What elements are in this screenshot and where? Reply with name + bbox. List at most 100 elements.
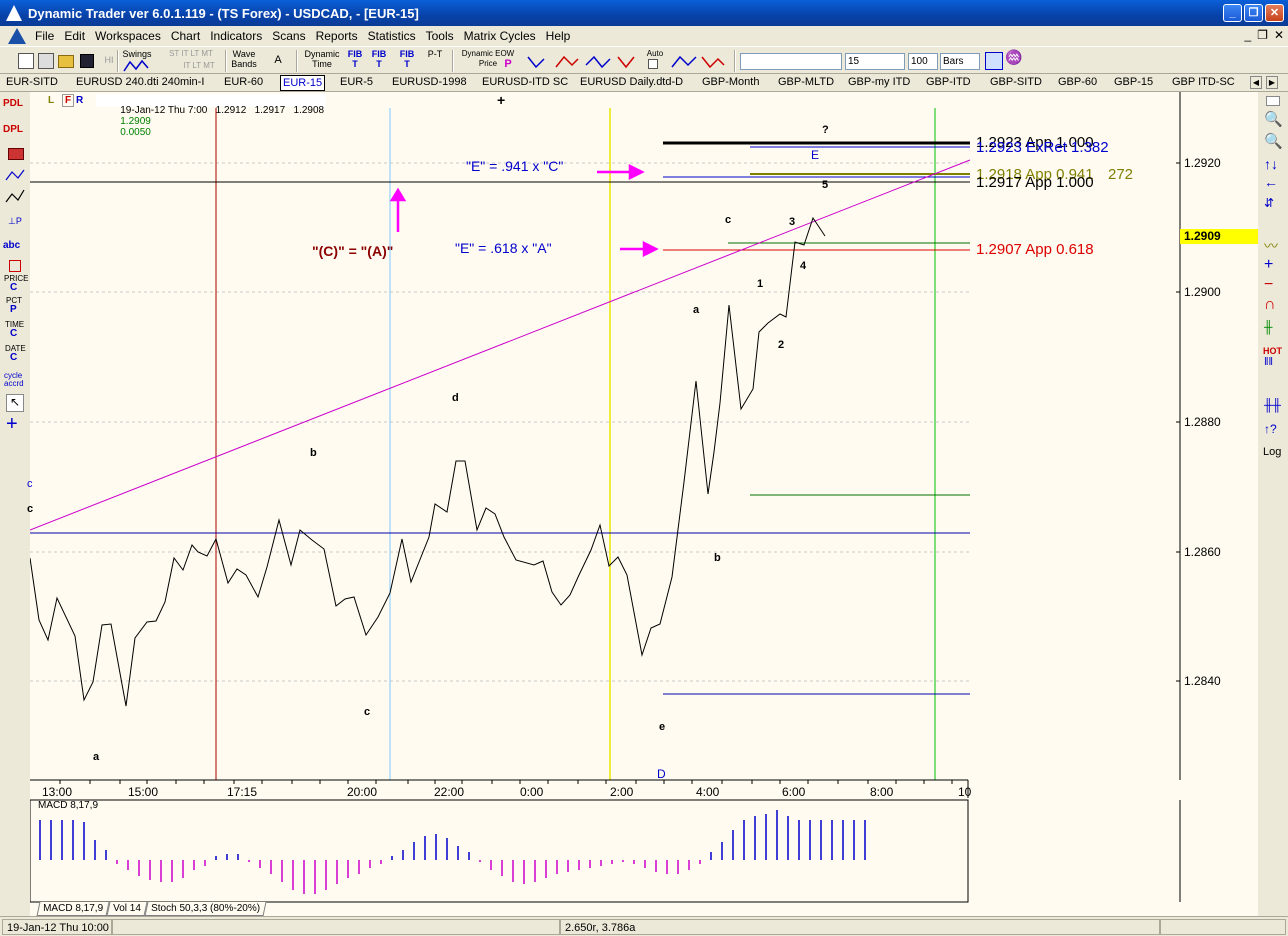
bars-icon[interactable]: ╫╫: [1264, 398, 1281, 412]
pct-p-tool[interactable]: P: [10, 304, 17, 315]
tab-gbp-60[interactable]: GBP-60: [1058, 75, 1097, 91]
price-chart-svg[interactable]: [29, 92, 1258, 916]
menu-indicators[interactable]: Indicators: [205, 29, 267, 43]
tab-gbp-month[interactable]: GBP-Month: [702, 75, 759, 91]
scale-up-down-icon[interactable]: ↑↓: [1264, 156, 1278, 172]
symbol-select[interactable]: [740, 53, 842, 70]
wave-count-icons[interactable]: [668, 51, 728, 73]
wave-tools-icon[interactable]: [4, 168, 26, 208]
time-c-tool[interactable]: C: [10, 328, 17, 339]
fib-time-button-3[interactable]: FIB T: [396, 49, 418, 73]
chart-canvas[interactable]: L F R 19-Jan-12 Thu 7:00 1.2912 1.2917 1…: [27, 92, 1258, 916]
add-icon[interactable]: +: [1264, 256, 1273, 274]
tab-gbp-sitd[interactable]: GBP-SITD: [990, 75, 1042, 91]
zoom-out-icon[interactable]: 🔍: [1264, 132, 1283, 150]
tab-eur-5[interactable]: EUR-5: [340, 75, 373, 91]
tab-gbp-15[interactable]: GBP-15: [1114, 75, 1153, 91]
menu-file[interactable]: File: [30, 29, 59, 43]
save-icon[interactable]: [80, 54, 94, 68]
bars-count-input[interactable]: 100: [908, 53, 938, 70]
indicator-tabs: MACD 8,17,9 Vol 14 Stoch 50,3,3 (80%-20%…: [36, 902, 267, 917]
tab-vol[interactable]: Vol 14: [106, 902, 148, 916]
auto-checkbox[interactable]: [648, 59, 658, 69]
title-bar: Dynamic Trader ver 6.0.1.119 - (TS Forex…: [0, 0, 1288, 26]
swings-icon[interactable]: [122, 59, 156, 73]
menu-help[interactable]: Help: [541, 29, 576, 43]
tab-eur-15[interactable]: EUR-15: [280, 75, 326, 91]
fib-time-button-1[interactable]: FIB T: [344, 49, 366, 73]
tab-gbp-mltd[interactable]: GBP-MLTD: [778, 75, 834, 91]
abc-tool[interactable]: abc: [3, 240, 20, 251]
minimize-button[interactable]: _: [1223, 4, 1242, 22]
tab-gbp-itd[interactable]: GBP-ITD: [926, 75, 971, 91]
magnet-icon[interactable]: ∩: [1264, 296, 1276, 314]
tab-eurusd-1998[interactable]: EURUSD-1998: [392, 75, 467, 91]
crosshair-tool-icon[interactable]: +: [6, 414, 18, 434]
tab-gbp-my-itd[interactable]: GBP-my ITD: [848, 75, 910, 91]
pointer-tool-icon[interactable]: ↖: [6, 394, 24, 412]
toolbox-icon[interactable]: [8, 148, 24, 160]
menu-chart[interactable]: Chart: [166, 29, 205, 43]
tab-eurusd-itd-sc[interactable]: EURUSD-ITD SC: [482, 75, 568, 91]
bars-compress-icon[interactable]: ⇵: [1264, 196, 1274, 210]
tab-macd[interactable]: MACD 8,17,9: [36, 902, 110, 916]
menu-scans[interactable]: Scans: [267, 29, 310, 43]
dynamic-time-button[interactable]: Dynamic Time: [302, 49, 342, 73]
bars-unit-select[interactable]: Bars: [940, 53, 980, 70]
tab-eurusd-240[interactable]: EURUSD 240.dti 240min-I: [76, 75, 204, 91]
price-line: [29, 216, 826, 707]
menu-matrix-cycles[interactable]: Matrix Cycles: [459, 29, 541, 43]
panel-toggle-icon[interactable]: [1266, 96, 1280, 106]
window-title: Dynamic Trader ver 6.0.1.119 - (TS Forex…: [28, 5, 419, 21]
scroll-left-icon[interactable]: ←: [1264, 174, 1278, 190]
cycle-accrd-tool[interactable]: cycle accrd: [4, 372, 24, 388]
date-c-tool[interactable]: C: [10, 352, 17, 363]
fib-time-button-2[interactable]: FIB T: [368, 49, 390, 73]
menu-tools[interactable]: Tools: [421, 29, 459, 43]
copy-icon[interactable]: [38, 53, 54, 69]
cycle-icon[interactable]: ♒: [1005, 50, 1023, 76]
hot-chart-icon[interactable]: ‖‖: [1264, 356, 1273, 368]
price-c-tool[interactable]: C: [10, 282, 17, 293]
tab-eur-60[interactable]: EUR-60: [224, 75, 263, 91]
restore-button[interactable]: ❐: [1244, 4, 1263, 22]
menu-reports[interactable]: Reports: [311, 29, 363, 43]
dynamic-trader-window: Dynamic Trader ver 6.0.1.119 - (TS Forex…: [0, 0, 1288, 936]
tab-scroll-right-button[interactable]: ▶: [1266, 76, 1278, 89]
menu-bar: File Edit Workspaces Chart Indicators Sc…: [0, 26, 1288, 46]
zoom-in-icon[interactable]: 🔍: [1264, 110, 1283, 128]
menu-workspaces[interactable]: Workspaces: [90, 29, 166, 43]
grid-toggle-icon[interactable]: [985, 52, 1003, 70]
log-scale-button[interactable]: Log: [1263, 446, 1281, 458]
pdl-tool[interactable]: PDL: [3, 98, 23, 109]
mdi-restore-button[interactable]: ❐: [1257, 28, 1268, 42]
time-projection-icon[interactable]: ⊥P: [8, 216, 22, 227]
close-button[interactable]: ✕: [1265, 4, 1284, 22]
status-bar: 19-Jan-12 Thu 10:00 2.650r, 3.786a: [0, 916, 1288, 936]
tab-eurusd-daily[interactable]: EURUSD Daily.dtd-D: [580, 75, 683, 91]
bar-type-icon[interactable]: ╫: [1264, 320, 1273, 334]
tab-eur-sitd[interactable]: EUR-SITD: [6, 75, 58, 91]
remove-icon[interactable]: −: [1264, 276, 1273, 294]
open-folder-icon[interactable]: [58, 55, 74, 68]
status-right: [1160, 919, 1286, 935]
tab-gbp-itd-sc[interactable]: GBP ITD-SC: [1172, 75, 1235, 91]
dpl-tool[interactable]: DPL: [3, 124, 23, 135]
new-chart-icon[interactable]: [18, 53, 34, 69]
menu-edit[interactable]: Edit: [59, 29, 90, 43]
tab-scroll-left-button[interactable]: ◀: [1250, 76, 1262, 89]
interval-select[interactable]: 15: [845, 53, 905, 70]
menu-statistics[interactable]: Statistics: [363, 29, 421, 43]
magenta-trendline: [29, 159, 971, 531]
pattern-tools-icons[interactable]: [524, 51, 644, 73]
mdi-close-button[interactable]: ✕: [1274, 28, 1284, 42]
wave-bands-button[interactable]: Wave Bands: [228, 49, 260, 73]
wave-icon[interactable]: 〰: [1264, 236, 1278, 256]
pt-button[interactable]: P-T: [424, 49, 446, 73]
rectangle-tool-icon[interactable]: [9, 260, 21, 272]
tab-stoch[interactable]: Stoch 50,3,3 (80%-20%): [144, 902, 267, 916]
document-icon[interactable]: [8, 28, 26, 44]
help-arrow-button[interactable]: ↑?: [1264, 422, 1277, 436]
mdi-minimize-button[interactable]: _: [1244, 28, 1251, 42]
hot-button[interactable]: HOT: [1263, 346, 1282, 356]
